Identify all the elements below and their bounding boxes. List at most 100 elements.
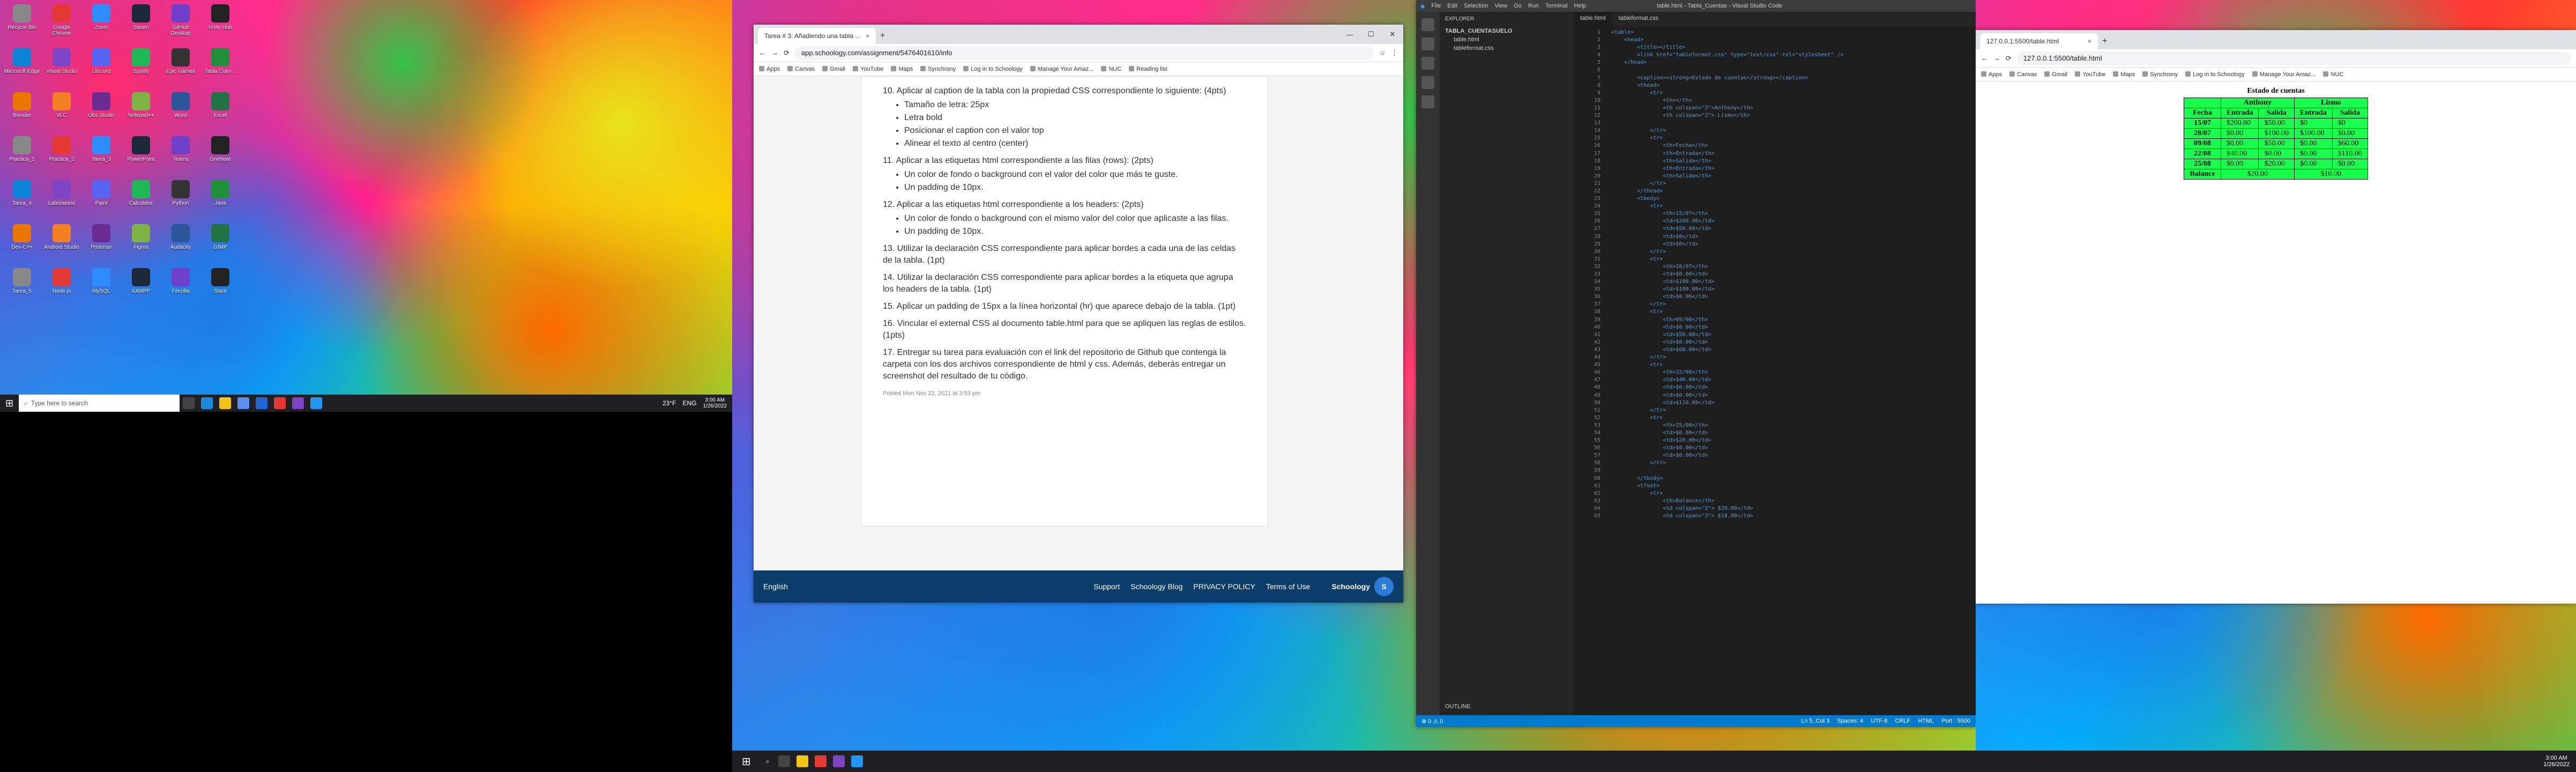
extensions-icon[interactable]	[1421, 95, 1434, 108]
desktop-icon[interactable]: Word	[162, 92, 199, 134]
eol[interactable]: CRLF	[1895, 718, 1910, 724]
bookmark-item[interactable]: Log in to Schoology	[963, 66, 1023, 72]
desktop-icon[interactable]: Google Chrome	[43, 4, 80, 46]
file-item[interactable]: table.html	[1445, 35, 1568, 44]
bookmark-item[interactable]: YouTube	[853, 66, 883, 72]
tab-schoology[interactable]: Tarea # 3: Añadiendo una tabla ... ×	[758, 28, 876, 44]
desktop-icon[interactable]: Blender	[3, 92, 41, 134]
desktop-icon[interactable]: Figma	[122, 224, 160, 266]
desktop-icon[interactable]: Steam	[122, 4, 160, 46]
desktop-icon[interactable]: MySQL	[83, 268, 120, 310]
cursor-pos[interactable]: Ln 5, Col 3	[1801, 718, 1829, 724]
bookmark-item[interactable]: Maps	[891, 66, 913, 72]
back-icon[interactable]: ←	[1981, 54, 1988, 62]
bookmark-item[interactable]: Manage Your Amaz...	[2252, 71, 2316, 78]
new-tab-icon[interactable]: +	[880, 31, 885, 41]
bookmark-item[interactable]: Synchrony	[920, 66, 956, 72]
desktop-icon[interactable]: Postman	[83, 224, 120, 266]
menu-item[interactable]: Go	[1514, 3, 1522, 9]
bookmark-item[interactable]: Log in to Schoology	[2185, 71, 2245, 78]
bookmark-item[interactable]: Apps	[759, 66, 780, 72]
menu-item[interactable]: Selection	[1464, 3, 1488, 9]
clock-time[interactable]: 3:00 AM	[705, 397, 725, 403]
debug-icon[interactable]	[1421, 76, 1434, 89]
outline-label[interactable]: OUTLINE	[1445, 702, 1471, 711]
desktop-icon[interactable]: Zoom	[83, 4, 120, 46]
desktop-icon[interactable]: Java	[202, 180, 239, 222]
close-icon[interactable]: ✕	[1382, 30, 1403, 39]
menu-item[interactable]: Run	[1528, 3, 1539, 9]
desktop-icon[interactable]: Excel	[202, 92, 239, 134]
desktop-icon[interactable]: Node.js	[43, 268, 80, 310]
footer-link[interactable]: Schoology Blog	[1130, 582, 1182, 591]
editor-tab[interactable]: table.html	[1574, 12, 1612, 27]
bookmark-item[interactable]: Canvas	[787, 66, 815, 72]
menu-icon[interactable]: ⋮	[1391, 49, 1398, 57]
bookmark-item[interactable]: Maps	[2113, 71, 2135, 78]
footer-link[interactable]: Terms of Use	[1266, 582, 1310, 591]
menu-item[interactable]: Help	[1574, 3, 1587, 9]
bookmark-item[interactable]: Synchrony	[2142, 71, 2178, 78]
reload-icon[interactable]: ⟳	[784, 49, 790, 57]
maximize-icon[interactable]: ☐	[1360, 30, 1382, 39]
desktop-icon[interactable]: Audacity	[162, 224, 199, 266]
search-icon[interactable]	[1421, 38, 1434, 50]
vscode-icon[interactable]	[851, 755, 863, 767]
weather-text[interactable]: 23°F	[662, 399, 676, 407]
desktop-icon[interactable]: Filezilla	[162, 268, 199, 310]
desktop-icon[interactable]: Teams	[162, 136, 199, 178]
desktop-icon[interactable]: Epic Games	[162, 48, 199, 90]
back-icon[interactable]: ←	[759, 49, 766, 57]
store-icon[interactable]	[237, 397, 250, 409]
chrome-icon[interactable]	[814, 755, 827, 767]
file-item[interactable]: tableformat.css	[1445, 44, 1568, 53]
problems-count[interactable]: ⊗ 0 ⚠ 0	[1421, 718, 1443, 725]
clock-date[interactable]: 1/26/2022	[703, 403, 727, 409]
desktop-icon[interactable]: Notepad++	[122, 92, 160, 134]
edge-icon[interactable]	[201, 397, 213, 409]
bookmark-item[interactable]: Manage Your Amaz...	[1030, 66, 1094, 72]
desktop-icon[interactable]: Android Studio	[43, 224, 80, 266]
menu-item[interactable]: File	[1431, 3, 1441, 9]
desktop-icon[interactable]: Practica_2	[43, 136, 80, 178]
close-tab-icon[interactable]: ×	[866, 32, 869, 40]
menu-item[interactable]: Edit	[1447, 3, 1457, 9]
start-icon[interactable]: ⊞	[5, 398, 13, 409]
desktop-icon[interactable]: Recycle Bin	[3, 4, 41, 46]
bookmark-item[interactable]: Gmail	[2044, 71, 2067, 78]
footer-brand[interactable]: Schoology	[1331, 582, 1370, 591]
task-view-icon[interactable]	[778, 755, 790, 767]
bookmark-item[interactable]: Canvas	[2009, 71, 2037, 78]
vscode-icon[interactable]	[310, 397, 323, 409]
vs-icon[interactable]	[832, 755, 845, 767]
desktop-icon[interactable]: Tabla Cuen...	[202, 48, 239, 90]
chrome-icon[interactable]	[274, 397, 286, 409]
editor-tab[interactable]: tableformat.css	[1612, 12, 1665, 27]
desktop-icon[interactable]: XAMPP	[122, 268, 160, 310]
live-server-port[interactable]: Port : 5500	[1941, 718, 1970, 724]
encoding[interactable]: UTF-8	[1871, 718, 1887, 724]
minimize-icon[interactable]: —	[1339, 31, 1360, 39]
vs-icon[interactable]	[292, 397, 304, 409]
code-editor[interactable]: 1 <table> 2 <head> 3 <title></title> 4 <link…	[1574, 27, 1954, 715]
search-icon[interactable]: ⌕	[766, 758, 770, 766]
bookmark-item[interactable]: NUC	[1101, 66, 1121, 72]
desktop-icon[interactable]: GitHub Desktop	[162, 4, 199, 46]
forward-icon[interactable]: →	[1993, 54, 2000, 62]
desktop-icon[interactable]: Practica_1	[3, 136, 41, 178]
language-mode[interactable]: HTML	[1918, 718, 1934, 724]
desktop-icon[interactable]: PowerPoint	[122, 136, 160, 178]
bookmark-item[interactable]: Reading list	[1129, 66, 1167, 72]
desktop-icon[interactable]: Slack	[202, 268, 239, 310]
forward-icon[interactable]: →	[771, 49, 778, 57]
desktop-icon[interactable]: Paint	[83, 180, 120, 222]
desktop-icon[interactable]: OneNote	[202, 136, 239, 178]
bookmark-item[interactable]: Gmail	[822, 66, 845, 72]
url-field[interactable]: app.schoology.com/assignment/5476401610/…	[794, 46, 1374, 60]
desktop-icon[interactable]: Tarea_4	[3, 180, 41, 222]
desktop-icon[interactable]: Laboratorio	[43, 180, 80, 222]
tab-preview[interactable]: 127.0.0.1:5500/table.html ×	[1980, 33, 2098, 49]
clock-date[interactable]: 1/26/2022	[2543, 761, 2570, 768]
explorer-icon[interactable]	[1421, 18, 1434, 31]
reload-icon[interactable]: ⟳	[2006, 54, 2012, 63]
